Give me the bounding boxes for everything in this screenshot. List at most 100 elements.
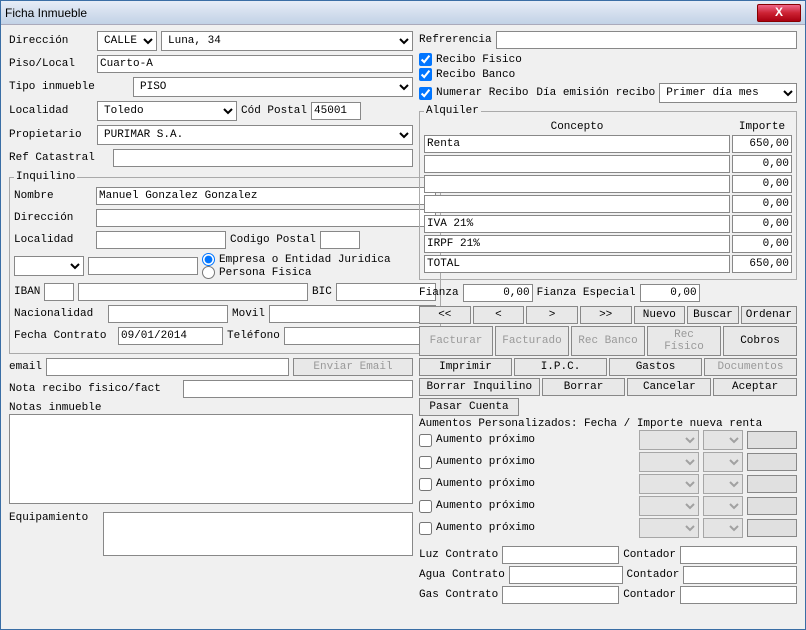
- gastos-button[interactable]: Gastos: [609, 358, 702, 376]
- aumento-mes-1[interactable]: [703, 452, 743, 472]
- aumento-mes-4[interactable]: [703, 518, 743, 538]
- cancelar-button[interactable]: Cancelar: [627, 378, 711, 396]
- recibo-banco-checkbox[interactable]: [419, 68, 432, 81]
- nuevo-button[interactable]: Nuevo: [634, 306, 686, 324]
- fianza-input[interactable]: [463, 284, 533, 302]
- alq-concepto-5[interactable]: [424, 235, 730, 253]
- fianza-especial-input[interactable]: [640, 284, 700, 302]
- first-button[interactable]: <<: [419, 306, 471, 324]
- direccion-value-select[interactable]: Luna, 34: [161, 31, 413, 51]
- inq-direccion-input[interactable]: [96, 209, 436, 227]
- alq-importe-1[interactable]: [732, 155, 792, 173]
- iban-input[interactable]: [78, 283, 308, 301]
- imprimir-button[interactable]: Imprimir: [419, 358, 512, 376]
- pasar-cuenta-button[interactable]: Pasar Cuenta: [419, 398, 519, 416]
- tipo-label: Tipo inmueble: [9, 81, 129, 93]
- aumento-check-3[interactable]: [419, 500, 432, 513]
- equipamiento-textarea[interactable]: [103, 512, 413, 556]
- aumento-fecha-3[interactable]: [639, 496, 699, 516]
- direccion-type-select[interactable]: CALLE: [97, 31, 157, 51]
- rec-banco-button[interactable]: Rec Banco: [571, 326, 645, 356]
- prev-button[interactable]: <: [473, 306, 525, 324]
- luz-contrato-input[interactable]: [502, 546, 619, 564]
- aumento-fecha-1[interactable]: [639, 452, 699, 472]
- cobros-button[interactable]: Cobros: [723, 326, 797, 356]
- nacionalidad-input[interactable]: [108, 305, 228, 323]
- alq-importe-5[interactable]: [732, 235, 792, 253]
- propietario-select[interactable]: PURIMAR S.A.: [97, 125, 413, 145]
- documentos-button[interactable]: Documentos: [704, 358, 797, 376]
- aumento-label-0: Aumento próximo: [436, 434, 635, 446]
- agua-contador-input[interactable]: [683, 566, 797, 584]
- fianza-especial-label: Fianza Especial: [537, 287, 636, 299]
- enviar-email-button[interactable]: Enviar Email: [293, 358, 413, 376]
- aumento-mes-2[interactable]: [703, 474, 743, 494]
- nota-recibo-input[interactable]: [183, 380, 413, 398]
- aumento-label-2: Aumento próximo: [436, 478, 635, 490]
- inq-select1[interactable]: [14, 256, 84, 276]
- referencia-input[interactable]: [496, 31, 797, 49]
- close-button[interactable]: X: [757, 4, 801, 22]
- ordenar-button[interactable]: Ordenar: [741, 306, 797, 324]
- aumento-mes-3[interactable]: [703, 496, 743, 516]
- alq-importe-6[interactable]: [732, 255, 792, 273]
- alq-concepto-0[interactable]: [424, 135, 730, 153]
- aumento-imp-0[interactable]: [747, 431, 797, 449]
- alq-concepto-2[interactable]: [424, 175, 730, 193]
- alq-importe-2[interactable]: [732, 175, 792, 193]
- aumento-check-1[interactable]: [419, 456, 432, 469]
- rec-fisico-button[interactable]: Rec Físico: [647, 326, 721, 356]
- inq-input2[interactable]: [88, 257, 198, 275]
- aumento-fecha-2[interactable]: [639, 474, 699, 494]
- inq-cp-input[interactable]: [320, 231, 360, 249]
- radio-empresa[interactable]: [202, 253, 215, 266]
- facturar-button[interactable]: Facturar: [419, 326, 493, 356]
- dia-emision-select[interactable]: Primer día mes: [659, 83, 797, 103]
- ipc-button[interactable]: I.P.C.: [514, 358, 607, 376]
- cp-input[interactable]: [311, 102, 361, 120]
- alq-concepto-6[interactable]: [424, 255, 730, 273]
- iban-prefix-input[interactable]: [44, 283, 74, 301]
- last-button[interactable]: >>: [580, 306, 632, 324]
- buscar-button[interactable]: Buscar: [687, 306, 739, 324]
- fecha-contrato-input[interactable]: [118, 327, 223, 345]
- piso-input[interactable]: [97, 55, 413, 73]
- next-button[interactable]: >: [526, 306, 578, 324]
- alq-concepto-1[interactable]: [424, 155, 730, 173]
- aceptar-button[interactable]: Aceptar: [713, 378, 797, 396]
- aumento-check-0[interactable]: [419, 434, 432, 447]
- aumento-fecha-0[interactable]: [639, 430, 699, 450]
- tipo-select[interactable]: PISO: [133, 77, 413, 97]
- facturado-button[interactable]: Facturado: [495, 326, 569, 356]
- recibo-fisico-checkbox[interactable]: [419, 53, 432, 66]
- aumento-check-2[interactable]: [419, 478, 432, 491]
- aumento-imp-3[interactable]: [747, 497, 797, 515]
- aumento-imp-4[interactable]: [747, 519, 797, 537]
- localidad-select[interactable]: Toledo: [97, 101, 237, 121]
- notas-inmueble-textarea[interactable]: [9, 414, 413, 504]
- gas-contrato-input[interactable]: [502, 586, 619, 604]
- telefono-input[interactable]: [284, 327, 436, 345]
- email-input[interactable]: [46, 358, 289, 376]
- aumento-fecha-4[interactable]: [639, 518, 699, 538]
- alq-concepto-4[interactable]: [424, 215, 730, 233]
- ref-catastral-input[interactable]: [113, 149, 413, 167]
- alq-concepto-3[interactable]: [424, 195, 730, 213]
- alq-importe-0[interactable]: [732, 135, 792, 153]
- aumento-mes-0[interactable]: [703, 430, 743, 450]
- luz-contador-input[interactable]: [680, 546, 797, 564]
- radio-persona[interactable]: [202, 266, 215, 279]
- inq-localidad-input[interactable]: [96, 231, 226, 249]
- borrar-button[interactable]: Borrar: [542, 378, 626, 396]
- alq-importe-3[interactable]: [732, 195, 792, 213]
- numerar-recibo-checkbox[interactable]: [419, 87, 432, 100]
- alq-importe-4[interactable]: [732, 215, 792, 233]
- borrar-inquilino-button[interactable]: Borrar Inquilino: [419, 378, 540, 396]
- nombre-input[interactable]: [96, 187, 436, 205]
- aumento-imp-1[interactable]: [747, 453, 797, 471]
- gas-contador-input[interactable]: [680, 586, 797, 604]
- aumento-check-4[interactable]: [419, 522, 432, 535]
- agua-contrato-input[interactable]: [509, 566, 623, 584]
- movil-input[interactable]: [269, 305, 436, 323]
- aumento-imp-2[interactable]: [747, 475, 797, 493]
